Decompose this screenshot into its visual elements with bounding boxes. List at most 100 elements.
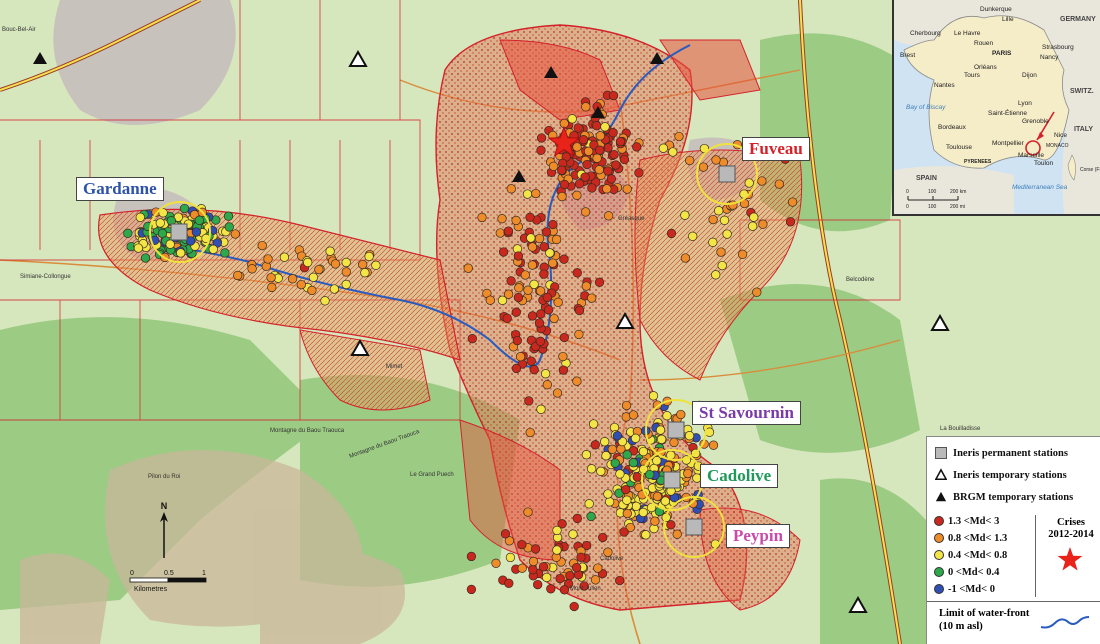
scale-unit-label: Kilometres: [134, 586, 168, 593]
filled-triangle-icon: [935, 491, 947, 503]
legend-label: 0 <Md< 0.4: [948, 566, 1000, 578]
event-dot: [364, 251, 374, 262]
event-dot: [534, 233, 545, 244]
event-dot: [503, 226, 514, 236]
event-dot: [565, 570, 575, 581]
place-label: Gréasque: [618, 216, 645, 222]
event-dot: [511, 363, 522, 374]
event-dot: [555, 573, 565, 584]
event-dot: [621, 484, 631, 495]
event-dot: [536, 309, 546, 319]
event-dot: [567, 114, 577, 124]
event-dot: [587, 183, 597, 193]
event-dot: [303, 257, 313, 268]
event-dot: [535, 336, 546, 346]
circle-icon: [933, 549, 945, 561]
event-dot: [608, 90, 619, 101]
inset-city-label: Grenoble: [1022, 118, 1049, 125]
event-dot: [631, 501, 641, 511]
event-dot: [526, 356, 536, 366]
place-label: Bouc-Bel-Air: [2, 27, 36, 33]
location-inset-map: GERMANY SWITZ. ITALY SPAIN MONACO Dunker…: [892, 0, 1100, 216]
event-dot: [330, 259, 341, 269]
event-dot: [506, 276, 516, 286]
event-dot: [748, 221, 758, 231]
event-dot: [658, 143, 669, 153]
water-front-legend-label: Limit of water-front (10 m asl): [939, 607, 1029, 633]
event-dot: [517, 563, 527, 573]
event-dot: [634, 168, 644, 178]
event-dot: [669, 437, 679, 448]
event-dot: [233, 270, 243, 281]
event-dot: [296, 279, 306, 290]
event-dot: [544, 305, 554, 315]
legend-item-mag-3: 0.4 <Md< 0.8: [933, 547, 1007, 563]
scale-tick-label: 0.5: [164, 570, 174, 577]
event-dot: [548, 219, 558, 230]
event-dot: [590, 440, 600, 450]
event-dot: [542, 572, 552, 583]
legend-swatch-2: [934, 533, 944, 543]
legend-item-mag-4: 0 <Md< 0.4: [933, 564, 999, 580]
event-dot: [557, 191, 567, 202]
inset-city-label: Nancy: [1040, 54, 1059, 61]
event-dot: [358, 259, 368, 270]
place-label: Montagne du Baou Traouca: [270, 428, 345, 434]
event-dot: [529, 365, 539, 375]
event-dot: [325, 246, 335, 256]
event-dot: [641, 530, 651, 540]
inset-city-label: PARIS: [992, 50, 1012, 57]
event-dot: [535, 286, 546, 296]
inset-city-label: Marseille: [1018, 152, 1045, 159]
legend-label: 0.4 <Md< 0.8: [948, 549, 1008, 561]
event-dot: [688, 231, 698, 241]
event-dot: [559, 585, 570, 595]
event-dot: [628, 410, 639, 420]
event-dot: [572, 513, 582, 524]
event-dot: [572, 376, 582, 386]
event-dot: [586, 464, 597, 474]
place-label: Mont Julien: [570, 586, 601, 592]
event-dot: [598, 532, 608, 543]
place-label: Cadolive: [600, 556, 624, 562]
event-dot: [548, 258, 558, 268]
event-dot: [595, 131, 605, 141]
station-label-peypin: Peypin: [726, 524, 791, 548]
event-dot: [502, 313, 512, 323]
event-dot: [191, 227, 202, 237]
inset-city-label: Orléans: [974, 64, 997, 71]
event-dot: [666, 520, 676, 530]
legend-label: 0.8 <Md< 1.3: [948, 532, 1008, 544]
event-dot: [517, 539, 527, 550]
event-dot: [588, 419, 599, 429]
event-dot: [708, 214, 718, 225]
event-dot: [558, 351, 568, 362]
event-dot: [531, 188, 541, 199]
event-dot: [500, 529, 511, 539]
event-dot: [611, 160, 621, 170]
event-dot: [540, 369, 551, 379]
event-dot: [592, 153, 602, 163]
inset-country-label: SWITZ.: [1070, 88, 1094, 95]
event-dot: [581, 281, 591, 291]
event-dot: [553, 297, 563, 307]
event-dot: [698, 162, 709, 172]
event-dot: [179, 203, 190, 214]
event-dot: [512, 335, 522, 346]
square-icon: [935, 447, 947, 459]
inset-city-label: Dunkerque: [980, 6, 1012, 13]
event-dot: [572, 142, 582, 152]
event-dot: [645, 469, 655, 480]
event-dot: [534, 318, 545, 328]
event-dot: [574, 329, 584, 340]
event-dot: [530, 544, 541, 554]
event-dot: [603, 211, 614, 221]
event-dot: [541, 227, 552, 237]
inset-island-label: Corse (FR.): [1080, 167, 1100, 173]
event-dot: [514, 283, 524, 293]
inset-city-label: Saint-Étienne: [988, 110, 1028, 117]
event-dot: [536, 145, 546, 155]
event-dot: [774, 179, 784, 189]
event-dot: [568, 529, 578, 539]
event-dot: [572, 190, 582, 200]
